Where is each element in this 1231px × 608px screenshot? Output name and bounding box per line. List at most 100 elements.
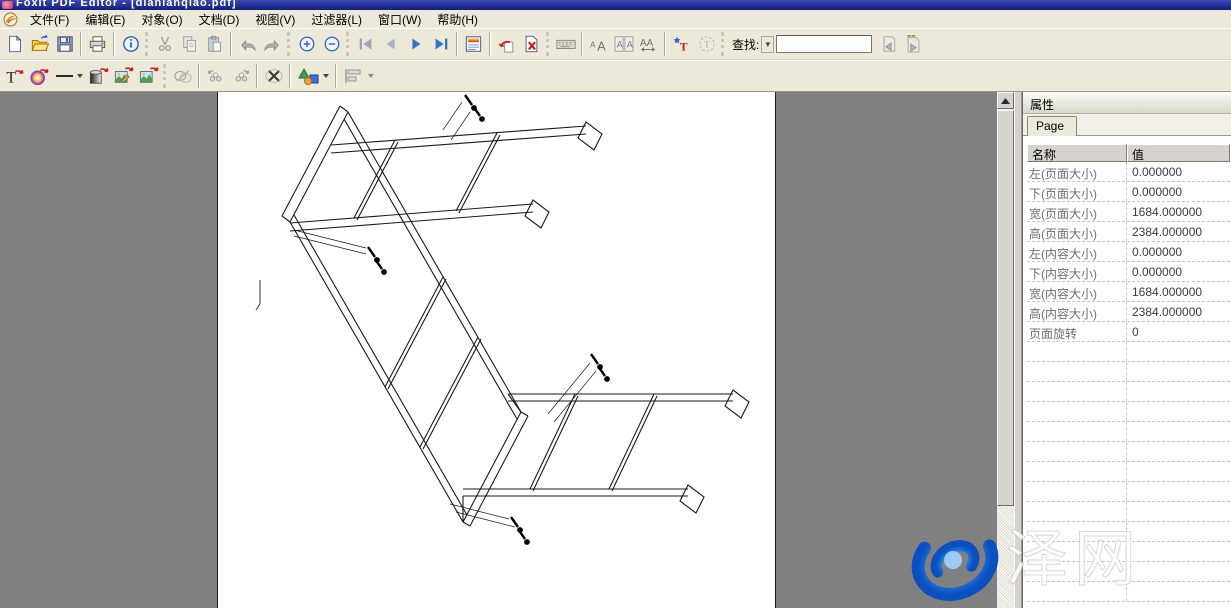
vertical-scrollbar[interactable]: [997, 92, 1014, 608]
zoom-in-icon: [298, 35, 316, 53]
column-header-value[interactable]: 值: [1127, 144, 1230, 162]
edit-image-icon: [113, 66, 134, 86]
column-header-name[interactable]: 名称: [1027, 144, 1127, 162]
table-row[interactable]: 高(内容大小) 2384.000000: [1027, 302, 1230, 322]
property-name: 左(内容大小): [1027, 242, 1127, 261]
find-dropdown-icon[interactable]: ▼: [761, 36, 774, 53]
select-object-icon: [173, 67, 193, 85]
table-row-empty: [1027, 342, 1230, 362]
add-color-object-icon: [29, 66, 50, 86]
property-value: 1684.000000: [1127, 202, 1230, 221]
prev-page-button[interactable]: [378, 32, 403, 57]
panel-title[interactable]: 属性: [1023, 92, 1231, 114]
zoom-out-button[interactable]: [319, 32, 344, 57]
undo-button[interactable]: [235, 32, 260, 57]
align-objects-button[interactable]: [340, 63, 378, 88]
align-dropdown-icon: [368, 74, 374, 78]
toolbar-drag-handle[interactable]: [346, 32, 349, 56]
add-image-button[interactable]: [136, 63, 161, 88]
menu-object[interactable]: 对象(O): [133, 9, 190, 30]
find-next-icon: [904, 35, 923, 53]
text-outline-button[interactable]: T: [694, 32, 719, 57]
word-spacing-button[interactable]: AA: [636, 32, 661, 57]
scroll-up-button[interactable]: [997, 92, 1014, 109]
add-text-object-button[interactable]: T: [2, 63, 27, 88]
table-row[interactable]: 高(页面大小) 2384.000000: [1027, 222, 1230, 242]
first-page-icon: [357, 36, 375, 52]
add-shape-button[interactable]: [294, 63, 332, 88]
menu-filter[interactable]: 过滤器(L): [303, 9, 370, 30]
add-color-object-button[interactable]: [27, 63, 52, 88]
delete-object-button[interactable]: [261, 63, 286, 88]
new-document-button[interactable]: [2, 32, 27, 57]
edit-image-button[interactable]: [111, 63, 136, 88]
bolt-screws: [368, 95, 609, 544]
zoom-in-button[interactable]: [294, 32, 319, 57]
scrollbar-thumb[interactable]: [997, 110, 1014, 506]
rotate-object-left-button[interactable]: [203, 63, 228, 88]
svg-text:A: A: [626, 40, 632, 50]
undo-icon: [238, 36, 257, 52]
find-prev-icon: [879, 35, 898, 53]
document-canvas[interactable]: [0, 92, 997, 608]
font-size-icon: A A: [589, 35, 609, 53]
find-next-button[interactable]: [901, 32, 926, 57]
line-style-button[interactable]: [52, 63, 86, 88]
menu-view[interactable]: 视图(V): [247, 9, 303, 30]
pdf-page[interactable]: [217, 92, 776, 608]
select-object-button[interactable]: [170, 63, 195, 88]
rotate-object-right-button[interactable]: [228, 63, 253, 88]
copy-button[interactable]: [177, 32, 202, 57]
toolbar-drag-handle[interactable]: [163, 64, 166, 88]
table-row[interactable]: 宽(页面大小) 1684.000000: [1027, 202, 1230, 222]
find-input[interactable]: [776, 35, 872, 53]
menu-edit[interactable]: 编辑(E): [77, 9, 133, 30]
add-shading-button[interactable]: [86, 63, 111, 88]
toolbar-drag-handle[interactable]: [145, 32, 148, 56]
open-button[interactable]: [27, 32, 52, 57]
first-page-button[interactable]: [353, 32, 378, 57]
add-text-button[interactable]: T: [669, 32, 694, 57]
redo-icon: [263, 36, 282, 52]
toolbar-drag-handle[interactable]: [721, 32, 724, 56]
font-size-button[interactable]: A A: [586, 32, 611, 57]
menu-window[interactable]: 窗口(W): [370, 9, 429, 30]
panel-splitter[interactable]: [1014, 92, 1022, 608]
rotate-page-button[interactable]: [494, 32, 519, 57]
add-text-icon: T: [672, 35, 691, 53]
menu-document[interactable]: 文档(D): [191, 9, 248, 30]
toolbar-drag-handle[interactable]: [546, 32, 549, 56]
table-row[interactable]: 左(内容大小) 0.000000: [1027, 242, 1230, 262]
toolbar-drag-handle[interactable]: [287, 32, 290, 56]
table-row[interactable]: 下(内容大小) 0.000000: [1027, 262, 1230, 282]
delete-page-button[interactable]: [519, 32, 544, 57]
svg-text:T: T: [680, 40, 688, 53]
menu-file[interactable]: 文件(F): [22, 9, 77, 30]
menu-help[interactable]: 帮助(H): [429, 9, 486, 30]
keyboard-button[interactable]: [553, 32, 578, 57]
tab-page[interactable]: Page: [1027, 116, 1077, 136]
app-icon: [2, 1, 13, 9]
page-layout-icon: [464, 35, 483, 53]
paste-button[interactable]: [202, 32, 227, 57]
redo-button[interactable]: [260, 32, 285, 57]
table-row[interactable]: 页面旋转 0: [1027, 322, 1230, 342]
cut-button[interactable]: [152, 32, 177, 57]
table-row[interactable]: 下(页面大小) 0.000000: [1027, 182, 1230, 202]
prev-page-icon: [382, 36, 400, 52]
info-button[interactable]: [118, 32, 143, 57]
property-value: 0.000000: [1127, 262, 1230, 281]
next-page-button[interactable]: [403, 32, 428, 57]
add-shading-icon: [88, 66, 109, 86]
document-window-icon[interactable]: [3, 12, 18, 27]
page-layout-button[interactable]: [461, 32, 486, 57]
add-image-icon: [138, 66, 159, 86]
table-row-empty: [1027, 582, 1230, 602]
find-prev-button[interactable]: [876, 32, 901, 57]
print-button[interactable]: [85, 32, 110, 57]
table-row[interactable]: 左(页面大小) 0.000000: [1027, 162, 1230, 182]
last-page-button[interactable]: [428, 32, 453, 57]
char-spacing-button[interactable]: A A: [611, 32, 636, 57]
table-row[interactable]: 宽(内容大小) 1684.000000: [1027, 282, 1230, 302]
save-button[interactable]: [52, 32, 77, 57]
